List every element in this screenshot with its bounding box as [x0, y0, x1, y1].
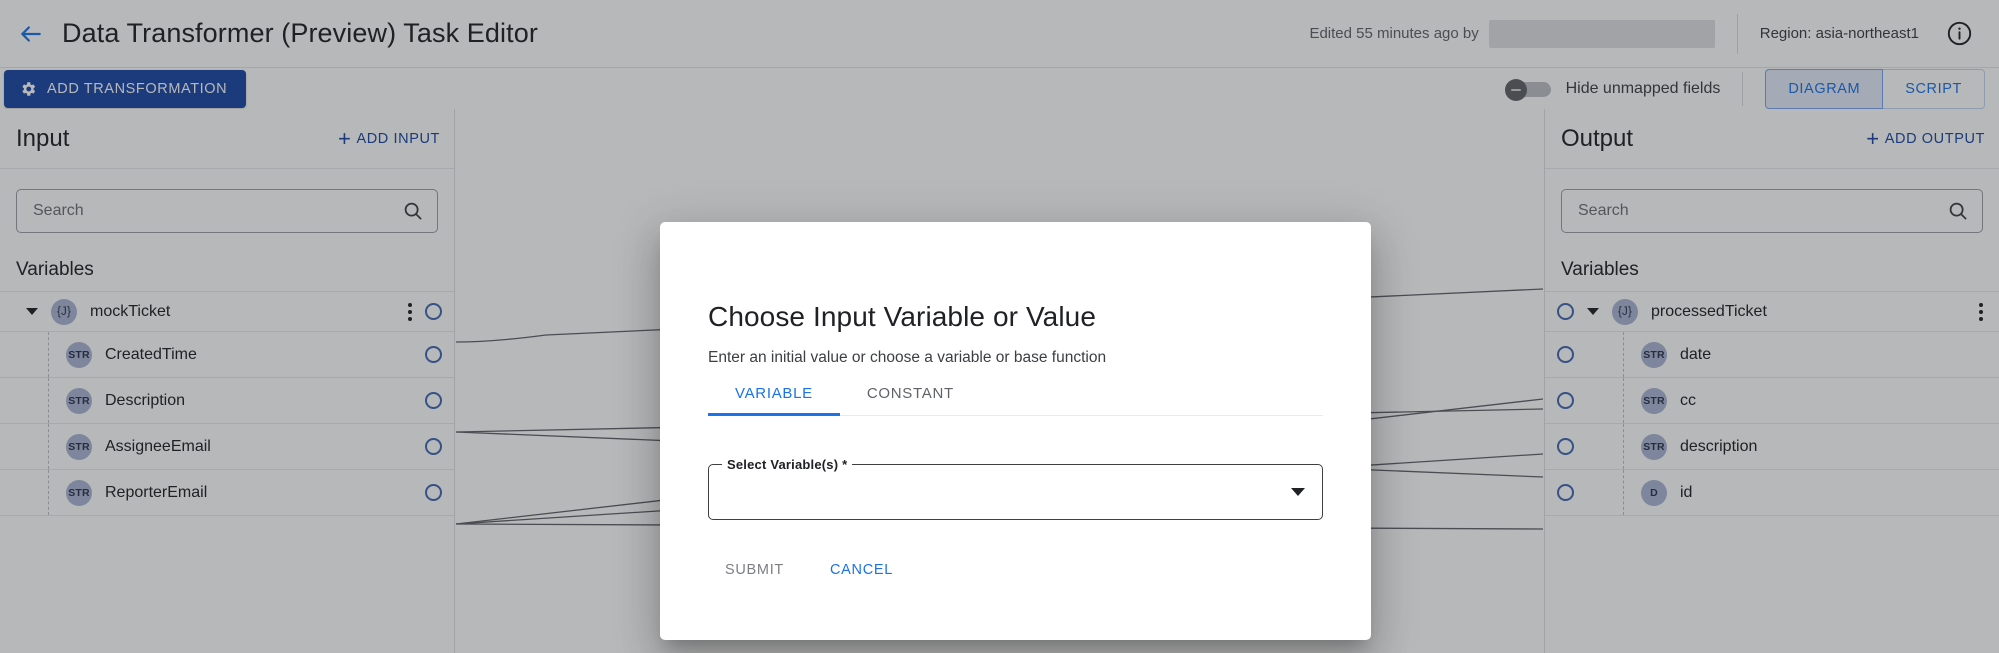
- choose-input-variable-dialog: Choose Input Variable or Value Enter an …: [660, 222, 1371, 640]
- submit-button[interactable]: SUBMIT: [708, 550, 801, 590]
- dialog-title: Choose Input Variable or Value: [708, 222, 1323, 333]
- task-editor-app: Data Transformer (Preview) Task Editor E…: [0, 0, 1999, 653]
- tab-constant[interactable]: CONSTANT: [840, 385, 981, 415]
- dialog-tabs: VARIABLE CONSTANT: [708, 385, 1323, 416]
- dialog-actions: SUBMIT CANCEL: [708, 550, 1323, 590]
- select-variables-dropdown[interactable]: Select Variable(s) *: [708, 464, 1323, 520]
- tab-variable[interactable]: VARIABLE: [708, 385, 840, 415]
- dialog-subtitle: Enter an initial value or choose a varia…: [708, 349, 1323, 367]
- cancel-button[interactable]: CANCEL: [813, 550, 910, 590]
- select-variable-wrap: Select Variable(s) *: [708, 464, 1323, 520]
- chevron-down-icon[interactable]: [1291, 488, 1305, 496]
- select-variables-label: Select Variable(s) *: [722, 457, 852, 472]
